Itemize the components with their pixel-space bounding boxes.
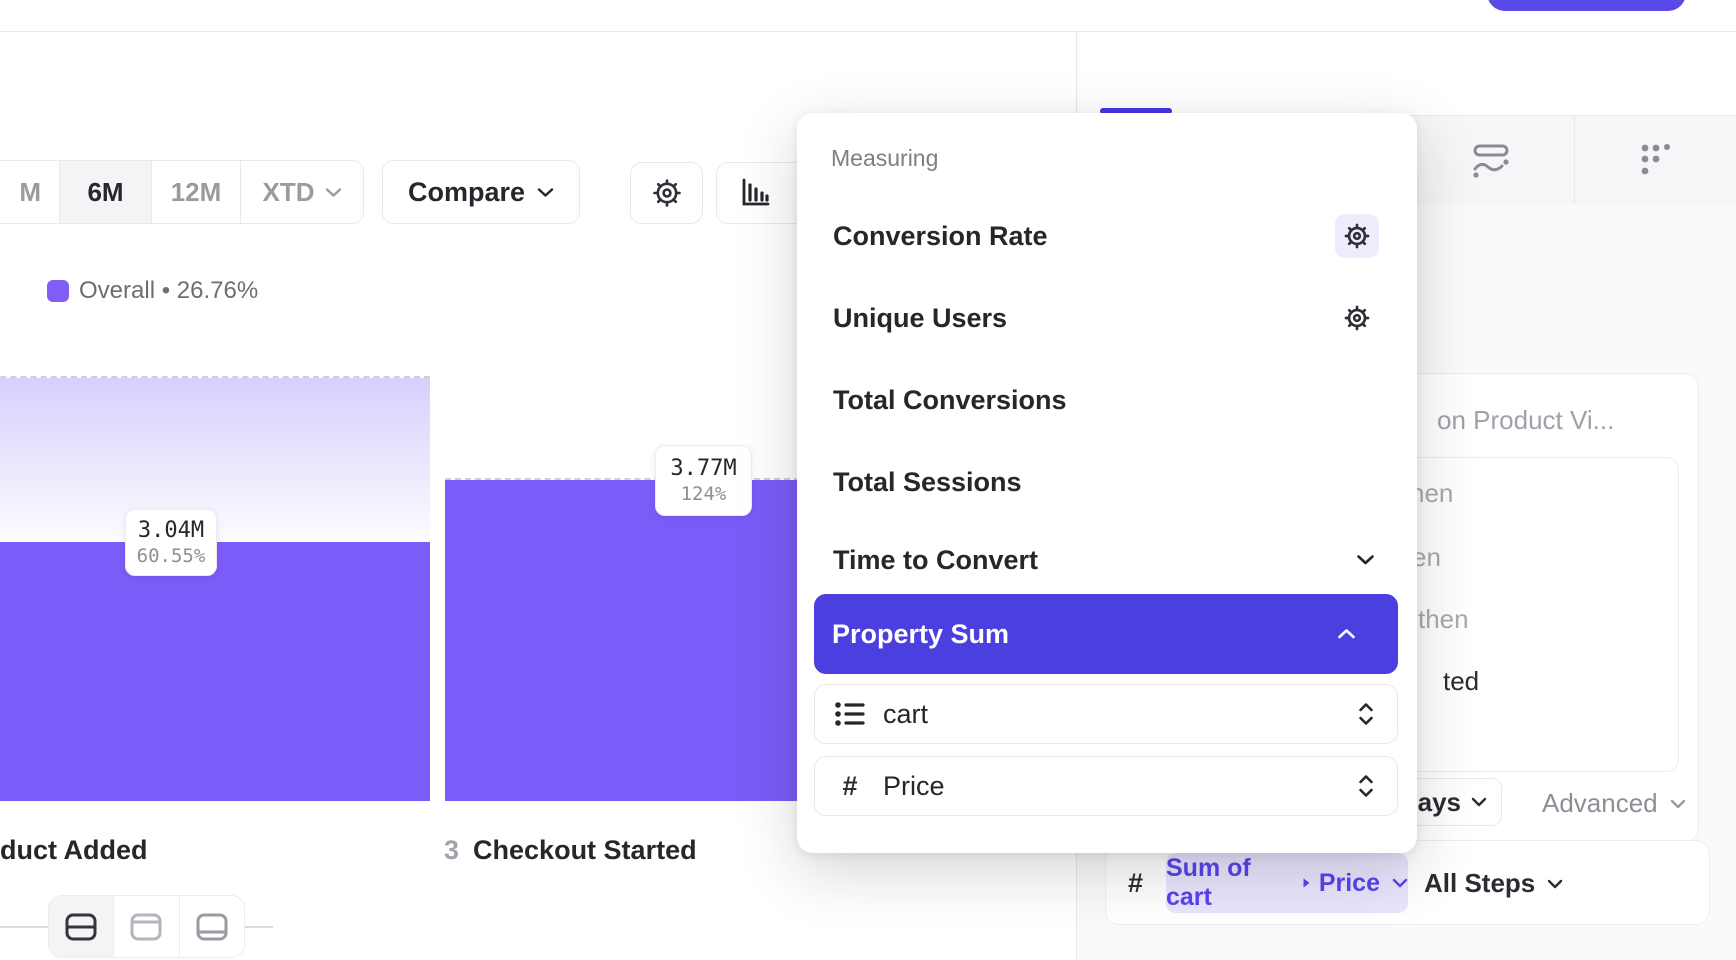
flow-view-button[interactable] <box>1468 137 1514 183</box>
chart-settings-button[interactable] <box>630 162 703 224</box>
funnel-bar-product-added[interactable] <box>0 542 430 801</box>
toolbar-divider <box>1574 115 1575 204</box>
time-range-3m[interactable]: M <box>0 161 60 223</box>
stepper-updown-icon[interactable] <box>1357 701 1375 727</box>
more-options-button[interactable] <box>1634 137 1680 183</box>
numeric-property-icon: # <box>1128 868 1143 899</box>
query-builder-tabs: Query Chart <box>1077 32 1736 115</box>
bar1-pct: 60.55% <box>137 545 206 567</box>
chip-part1: Sum of cart <box>1166 854 1294 912</box>
chevron-down-icon <box>1670 799 1686 809</box>
chevron-down-icon <box>325 187 342 198</box>
sum-of-cart-price-chip[interactable]: Sum of cart Price <box>1166 853 1408 913</box>
chevron-down-icon <box>1356 554 1375 566</box>
time-range-xtd-label: XTD <box>263 177 315 208</box>
chevron-down-icon <box>537 187 554 198</box>
menu-item-property-sum-selected[interactable]: Property Sum <box>814 594 1398 674</box>
layout-header-top-button[interactable] <box>114 896 179 957</box>
triangle-right-icon <box>1302 877 1311 889</box>
stepper-updown-icon[interactable] <box>1357 773 1375 799</box>
top-bar <box>0 0 1736 32</box>
menu-item-time-to-convert[interactable]: Time to Convert <box>797 530 1417 590</box>
menu-item-label: Total Sessions <box>833 467 1022 498</box>
menu-item-conversion-rate[interactable]: Conversion Rate <box>797 206 1417 266</box>
layout-bottom-icon <box>196 913 228 941</box>
days-label: lays <box>1410 787 1461 818</box>
step-number: 3 <box>444 835 459 866</box>
property-sum-property-select[interactable]: # Price <box>814 756 1398 816</box>
divider-line <box>0 926 48 928</box>
chevron-down-icon <box>1471 797 1487 807</box>
advanced-label: Advanced <box>1542 788 1658 819</box>
time-range-selector: M 6M 12M XTD <box>0 160 364 224</box>
funnel-bars-icon <box>738 176 772 210</box>
layout-footer-bottom-button[interactable] <box>180 896 244 957</box>
all-steps-dropdown[interactable]: All Steps <box>1424 868 1563 899</box>
chip-part2: Price <box>1319 869 1380 898</box>
bar2-pct: 124% <box>681 483 727 505</box>
layout-toggle-group <box>48 895 245 958</box>
time-range-12m[interactable]: 12M <box>152 161 241 223</box>
legend-swatch <box>47 280 69 302</box>
list-icon <box>833 700 867 728</box>
app-root: M 6M 12M XTD Compare <box>0 0 1736 960</box>
layout-rows-icon <box>65 913 97 941</box>
property-name: Price <box>883 771 945 802</box>
step-row-fragment: ted <box>1443 666 1479 697</box>
funnel-bar-checkout-started[interactable] <box>445 480 800 801</box>
property-sum-event-select[interactable]: cart <box>814 684 1398 744</box>
all-steps-label: All Steps <box>1424 868 1535 899</box>
compare-label: Compare <box>408 177 525 208</box>
menu-item-label: Property Sum <box>832 619 1009 650</box>
chevron-down-icon <box>1547 879 1563 889</box>
advanced-dropdown[interactable]: Advanced <box>1542 788 1686 819</box>
chart-type-funnel-button[interactable] <box>716 162 808 224</box>
menu-item-total-conversions[interactable]: Total Conversions <box>797 370 1417 430</box>
flow-squiggle-icon <box>1471 142 1511 178</box>
legend-label: Overall • 26.76% <box>79 277 258 305</box>
layout-split-rows-button[interactable] <box>49 896 114 957</box>
layout-top-icon <box>130 913 162 941</box>
bar1-value: 3.04M <box>138 518 204 543</box>
step-label-checkout-started: 3 Checkout Started <box>444 835 697 866</box>
bar2-value: 3.77M <box>670 456 736 481</box>
compare-button[interactable]: Compare <box>382 160 580 224</box>
menu-item-label: Unique Users <box>833 303 1007 334</box>
chevron-down-icon <box>1392 878 1408 888</box>
chart-legend[interactable]: Overall • 26.76% <box>47 277 258 305</box>
measuring-title: Measuring <box>831 145 938 172</box>
time-range-xtd[interactable]: XTD <box>241 161 363 223</box>
step-label-product-added: duct Added <box>0 835 148 866</box>
menu-item-label: Total Conversions <box>833 385 1067 416</box>
gear-icon[interactable] <box>1335 296 1379 340</box>
menu-item-total-sessions[interactable]: Total Sessions <box>797 452 1417 512</box>
gear-icon[interactable] <box>1335 214 1379 258</box>
event-name: cart <box>883 699 928 730</box>
time-range-6m-selected[interactable]: 6M <box>60 161 152 223</box>
step-name: Checkout Started <box>473 835 697 866</box>
bar2-value-tooltip: 3.77M 124% <box>655 445 752 516</box>
gear-icon <box>650 176 684 210</box>
hash-icon: # <box>833 771 867 802</box>
chevron-up-icon <box>1337 628 1356 640</box>
steps-card-title: on Product Vi... <box>1437 405 1614 436</box>
dots-grid-icon <box>1637 140 1677 180</box>
primary-action-button[interactable] <box>1487 0 1686 11</box>
divider-line <box>243 926 273 928</box>
menu-item-label: Conversion Rate <box>833 221 1048 252</box>
measuring-dropdown: Measuring Conversion Rate Unique Users <box>797 113 1417 853</box>
bar1-value-tooltip: 3.04M 60.55% <box>125 509 217 576</box>
step-row-fragment: then <box>1418 604 1469 635</box>
menu-item-label: Time to Convert <box>833 545 1038 576</box>
menu-item-unique-users[interactable]: Unique Users <box>797 288 1417 348</box>
